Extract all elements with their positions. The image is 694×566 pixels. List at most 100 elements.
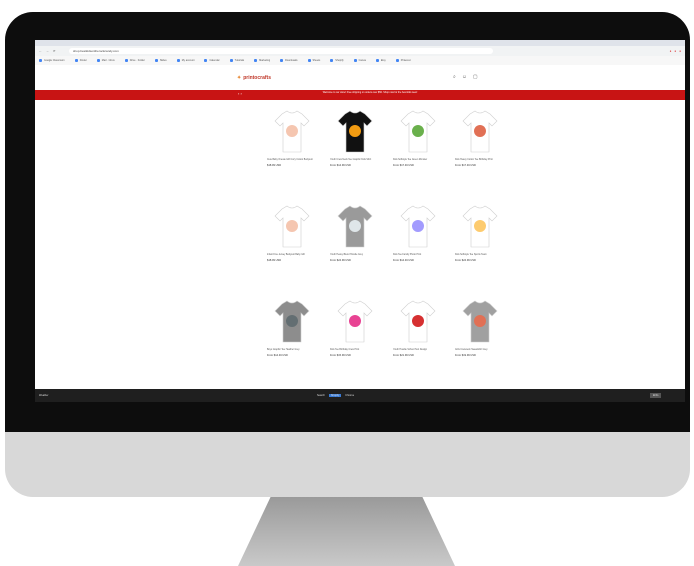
product-title[interactable]: Kids Heavy Cotton Tee Birthday Print [455,159,505,162]
product-title[interactable]: Youth Hoodie School Text Design [393,349,443,352]
bookmark-favicon-icon [395,58,399,62]
bookmark-item[interactable]: Mail · Inbox [96,58,115,62]
bookmark-item[interactable]: Pinterest [395,58,411,62]
bookmark-favicon-icon [74,58,78,62]
product-price: $18.99 USD [267,164,282,167]
tshirt-icon [400,205,436,248]
bookmark-favicon-icon [204,58,208,62]
product-image[interactable] [330,106,380,156]
account-icon[interactable]: ☺ [462,74,467,80]
product-image[interactable] [455,201,505,251]
product-card[interactable]: Kids Softstyle Tee Sports Team From $24.9… [455,201,505,262]
product-card[interactable]: Kids Tee Family Photo Print From $14.49 U… [393,201,443,262]
bookmark-favicon-icon [330,58,334,62]
product-card[interactable]: Girls Crewneck Sweatshirt Grey From $19.9… [455,296,505,357]
product-title[interactable]: Boys Graphic Tee Heather Grey [267,349,317,352]
promo-banner: ‹ › Welcome to our store! Free shipping … [35,90,685,100]
header-icons: ⌕ ☺ ▢ [453,74,478,80]
product-card[interactable]: Kids Softstyle Tee Green Monster From $17… [393,106,443,167]
product-title[interactable]: Kids Softstyle Tee Sports Team [455,254,505,257]
os-taskbar: Weather Search Shopify Chrome ENG [35,389,685,402]
tshirt-icon [274,300,310,343]
bookmark-item[interactable]: Shopify [330,58,344,62]
bookmark-item[interactable]: My account [176,58,194,62]
product-price: From $24.99 USD [455,259,476,262]
product-image[interactable] [330,296,380,346]
extension-icon[interactable]: ● [674,49,676,53]
product-title[interactable]: Kids Tee Birthday Crew Print [330,349,380,352]
bookmark-item[interactable]: Drive · Folder [124,58,145,62]
site-logo[interactable]: ✦ printocrafts [237,75,271,81]
reload-icon[interactable]: ⟳ [53,49,56,53]
product-price: From $24.99 USD [330,259,351,262]
profile-icon[interactable]: ● [679,49,681,53]
taskbar-weather[interactable]: Weather [39,394,48,397]
bookmark-favicon-icon [307,58,311,62]
product-card[interactable]: Youth Heavy Blend Hoodie Grey From $24.99… [330,201,380,262]
product-title[interactable]: Youth Crew Neck Tee Graphic Kids Shirt [330,159,380,162]
product-price: From $15.99 USD [330,354,351,357]
logo-text: printocrafts [243,75,271,81]
product-title[interactable]: Infant Fine Jersey Bodysuit Baby Gift [267,254,317,257]
bookmark-item[interactable]: Downloads [280,58,298,62]
bookmark-item[interactable]: Google Classroom [39,58,65,62]
product-image[interactable] [267,106,317,156]
taskbar-app[interactable]: Chrome [345,394,354,397]
product-card[interactable]: Youth Hoodie School Text Design From $21.… [393,296,443,357]
product-price: From $21.99 USD [393,354,414,357]
search-icon[interactable]: ⌕ [453,74,456,80]
browser-nav: ← → ⟳ [35,49,69,53]
taskbar-language[interactable]: ENG [650,393,662,398]
bookmark-favicon-icon [124,58,128,62]
product-price: From $17.49 USD [455,164,476,167]
product-card[interactable]: Cute Baby Onesie Gift Cozy Cotton Bodysu… [267,106,317,167]
bookmark-favicon-icon [176,58,180,62]
product-card[interactable]: Kids Tee Birthday Crew Print From $15.99 … [330,296,380,357]
product-card[interactable]: Boys Graphic Tee Heather Grey From $14.49… [267,296,317,357]
product-image[interactable] [455,296,505,346]
product-card[interactable]: Infant Fine Jersey Bodysuit Baby Gift $18… [267,201,317,262]
bookmark-favicon-icon [154,58,158,62]
bookmark-item[interactable]: Sheets [307,58,320,62]
tshirt-icon [462,300,498,343]
extension-icon[interactable]: ● [670,49,672,53]
tshirt-icon [400,110,436,153]
promo-arrows[interactable]: ‹ › [238,92,242,96]
tshirt-icon [462,205,498,248]
bookmark-favicon-icon [229,58,233,62]
product-title[interactable]: Kids Tee Family Photo Print [393,254,443,257]
url-field[interactable]: shop.bestkidsontherockcandy.com [69,48,493,54]
product-title[interactable]: Cute Baby Onesie Gift Cozy Cotton Bodysu… [267,159,317,162]
product-image[interactable] [393,201,443,251]
product-image[interactable] [393,296,443,346]
taskbar-app[interactable]: Shopify [328,394,342,397]
forward-icon[interactable]: → [46,49,49,53]
back-icon[interactable]: ← [39,49,42,53]
product-image[interactable] [393,106,443,156]
address-bar: ← → ⟳ shop.bestkidsontherockcandy.com ● … [35,46,685,56]
product-image[interactable] [267,201,317,251]
product-price: $18.99 USD [267,259,282,262]
bookmark-item[interactable]: Tutorials [229,58,244,62]
product-image[interactable] [330,201,380,251]
tshirt-icon [337,205,373,248]
product-image[interactable] [455,106,505,156]
product-title[interactable]: Kids Softstyle Tee Green Monster [393,159,443,162]
promo-text: Welcome to our store! Free shipping on o… [322,91,418,94]
bookmark-item[interactable]: Marketing [254,58,270,62]
bookmark-item[interactable]: Slides [154,58,167,62]
taskbar-app[interactable]: Search [317,394,325,397]
cart-icon[interactable]: ▢ [473,74,478,80]
bookmark-item[interactable]: Calendar [204,58,220,62]
bookmark-item[interactable]: Canva [353,58,366,62]
bookmark-item[interactable]: Finder [74,58,87,62]
bookmark-item[interactable]: Etsy [375,58,386,62]
product-card[interactable]: Kids Heavy Cotton Tee Birthday Print From… [455,106,505,167]
bookmark-favicon-icon [280,58,284,62]
product-title[interactable]: Girls Crewneck Sweatshirt Grey [455,349,505,352]
tshirt-icon [274,110,310,153]
product-image[interactable] [267,296,317,346]
screen: ← → ⟳ shop.bestkidsontherockcandy.com ● … [35,40,685,402]
product-card[interactable]: Youth Crew Neck Tee Graphic Kids Shirt Fr… [330,106,380,167]
product-title[interactable]: Youth Heavy Blend Hoodie Grey [330,254,380,257]
